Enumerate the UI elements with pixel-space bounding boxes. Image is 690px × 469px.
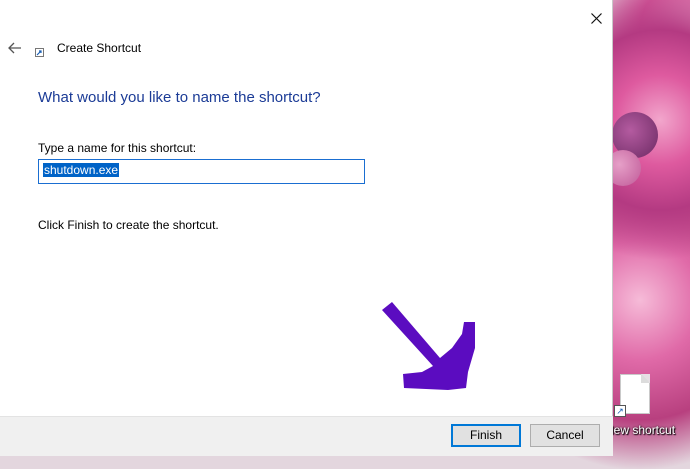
shortcut-name-value: shutdown.exe [43, 163, 120, 177]
desktop-shortcut[interactable]: ↗ New shortcut [605, 372, 690, 442]
page-heading: What would you like to name the shortcut… [38, 89, 321, 106]
dialog-title: Create Shortcut [57, 41, 142, 55]
shortcut-name-input[interactable]: shutdown.exe [38, 159, 365, 184]
dialog-footer [0, 416, 613, 456]
finish-hint: Click Finish to create the shortcut. [38, 218, 219, 232]
back-button[interactable] [4, 37, 26, 59]
finish-button[interactable]: Finish [451, 424, 521, 447]
close-icon [590, 12, 602, 24]
shortcut-name-label: Type a name for this shortcut: [38, 141, 197, 155]
desktop-shortcut-label: New shortcut [605, 423, 676, 437]
annotation-arrow-icon [382, 302, 475, 390]
create-shortcut-dialog: Create Shortcut What would you like to n… [0, 0, 613, 456]
shortcut-icon [35, 48, 44, 57]
cancel-button[interactable]: Cancel [530, 424, 600, 447]
shortcut-arrow-icon: ↗ [614, 405, 626, 417]
back-arrow-icon [8, 42, 21, 54]
close-button[interactable] [580, 5, 612, 31]
